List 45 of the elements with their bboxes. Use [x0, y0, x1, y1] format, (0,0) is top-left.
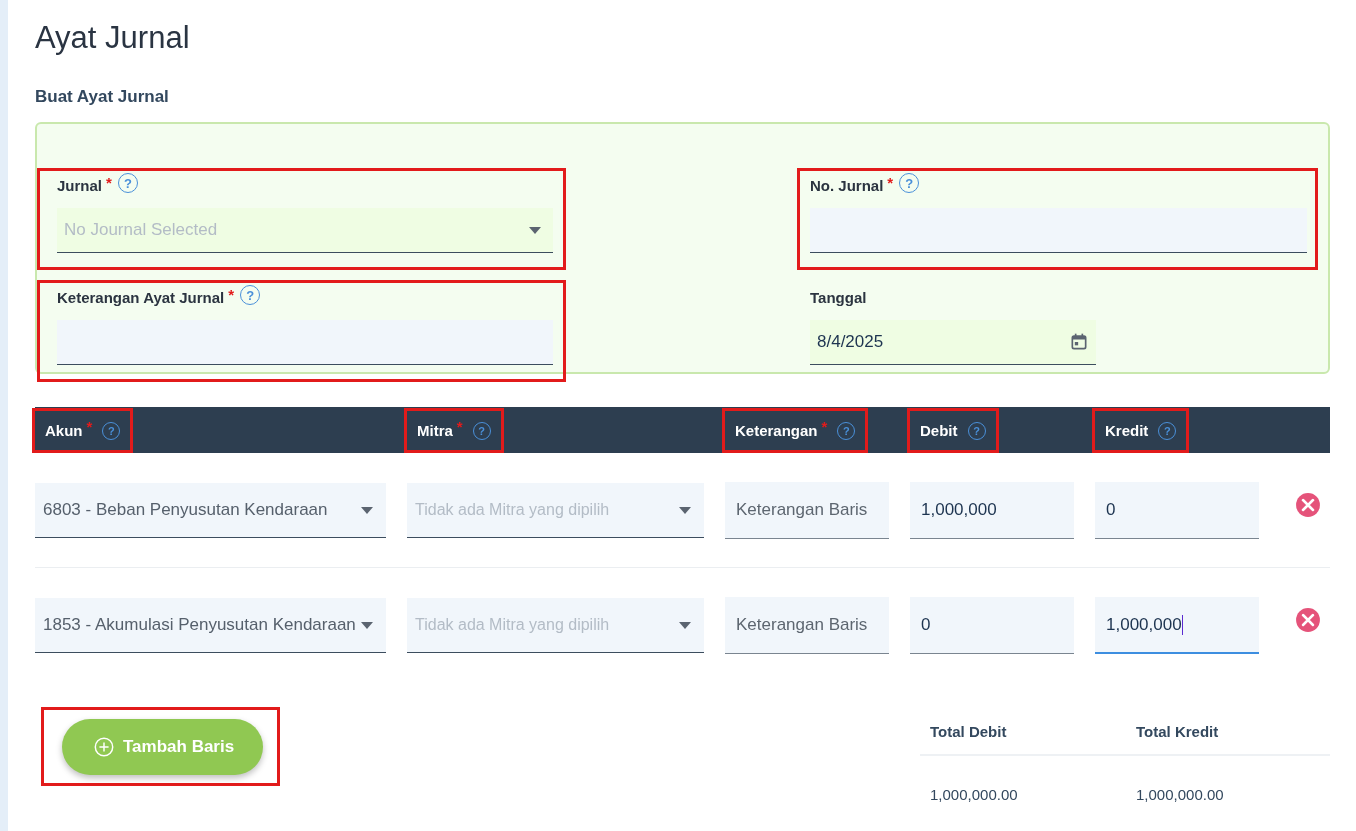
caret-icon [679, 506, 691, 514]
delete-icon[interactable] [1295, 606, 1321, 633]
column-header: Debit [920, 420, 958, 441]
debit-field[interactable]: 0 [910, 597, 1074, 654]
caret-icon [361, 506, 373, 514]
total-label: Total Debit [920, 723, 1126, 756]
total-value: 1,000,000.00 [929, 785, 1019, 803]
description-field[interactable]: Keterangan Baris [725, 482, 889, 539]
partner-select[interactable]: Tidak ada Mitra yang dipilih [407, 598, 704, 653]
total-value: 1,000,000.00 [1135, 785, 1225, 803]
delete-icon[interactable] [1295, 491, 1321, 518]
select-field[interactable]: No Journal Selected [57, 208, 553, 253]
required-mark: * [456, 419, 463, 434]
section-title: Buat Ayat Jurnal [35, 87, 170, 107]
debit-field[interactable]: 1,000,000 [910, 482, 1074, 539]
field-label: No. Jurnal [810, 176, 884, 196]
input-field[interactable] [810, 208, 1307, 253]
field-label: Jurnal [57, 176, 102, 196]
credit-field[interactable]: 0 [1095, 482, 1259, 539]
required-mark: * [887, 176, 894, 190]
add-row-button[interactable]: Tambah Baris [62, 719, 264, 775]
column-header: Kredit [1105, 420, 1149, 441]
required-mark: * [106, 176, 112, 190]
credit-field[interactable]: 1,000,000 [1095, 597, 1259, 654]
column-header: Mitra [417, 420, 453, 441]
field-label: Tanggal [810, 288, 867, 308]
input-field[interactable] [57, 320, 553, 365]
caret-icon [679, 621, 691, 629]
account-select[interactable]: 6803 - Beban Penyusutan Kendaraan [35, 483, 386, 538]
column-header: Keterangan [735, 420, 818, 441]
column-header: Akun [45, 420, 83, 441]
partner-select[interactable]: Tidak ada Mitra yang dipilih [407, 483, 704, 538]
description-field[interactable]: Keterangan Baris [725, 597, 889, 654]
date-field[interactable]: 8/4/2025 [810, 320, 1096, 365]
field-label: Keterangan Ayat Jurnal [57, 288, 225, 308]
required-mark: * [228, 288, 235, 302]
required-mark: * [86, 419, 93, 434]
required-mark: * [821, 419, 828, 434]
calendar-icon[interactable] [1069, 332, 1089, 352]
caret-icon [361, 621, 373, 629]
total-label: Total Kredit [1126, 723, 1330, 756]
plus-icon [93, 736, 115, 758]
caret-icon [529, 226, 541, 234]
account-select[interactable]: 1853 - Akumulasi Penyusutan Kendaraan [35, 598, 386, 653]
page-title: Ayat Jurnal [35, 19, 191, 57]
